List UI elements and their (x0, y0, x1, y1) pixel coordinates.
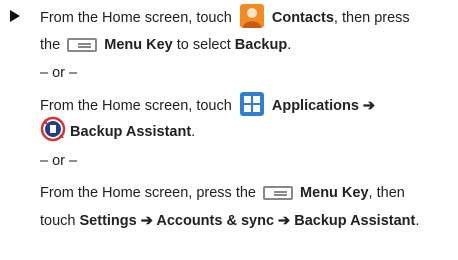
step1-text: From the Home screen, touch (40, 9, 232, 26)
step1-line1: From the Home screen, touch Contacts, th… (40, 4, 410, 28)
step2-line2: Backup Assistant. (40, 116, 195, 142)
applications-grid-icon (239, 92, 264, 116)
menu-key-label: Menu Key (104, 37, 173, 53)
step3-line1: From the Home screen, press the Menu Key… (40, 185, 405, 201)
step2-line1: From the Home screen, touch Applications… (40, 92, 376, 116)
bullet-icon (10, 10, 20, 22)
backup-label: Backup (234, 37, 288, 53)
step3-line2: touch Settings ➔ Accounts & sync ➔ Backu… (40, 213, 420, 229)
settings-path: Settings ➔ Accounts & sync ➔ Backup Assi… (79, 213, 416, 229)
contacts-icon (239, 4, 264, 28)
contacts-label: Contacts (271, 9, 334, 26)
backup-assistant-label: Backup Assistant (70, 123, 192, 140)
step1-line2: the Menu Key to select Backup. (40, 37, 292, 53)
menu-key-label: Menu Key (300, 185, 369, 201)
menu-key-icon (263, 186, 294, 201)
menu-key-icon (67, 38, 98, 53)
or-separator-1: – or – (40, 65, 78, 81)
or-separator-2: – or – (40, 153, 78, 169)
applications-label: Applications ➔ (271, 97, 376, 114)
backup-assistant-icon (40, 116, 66, 142)
